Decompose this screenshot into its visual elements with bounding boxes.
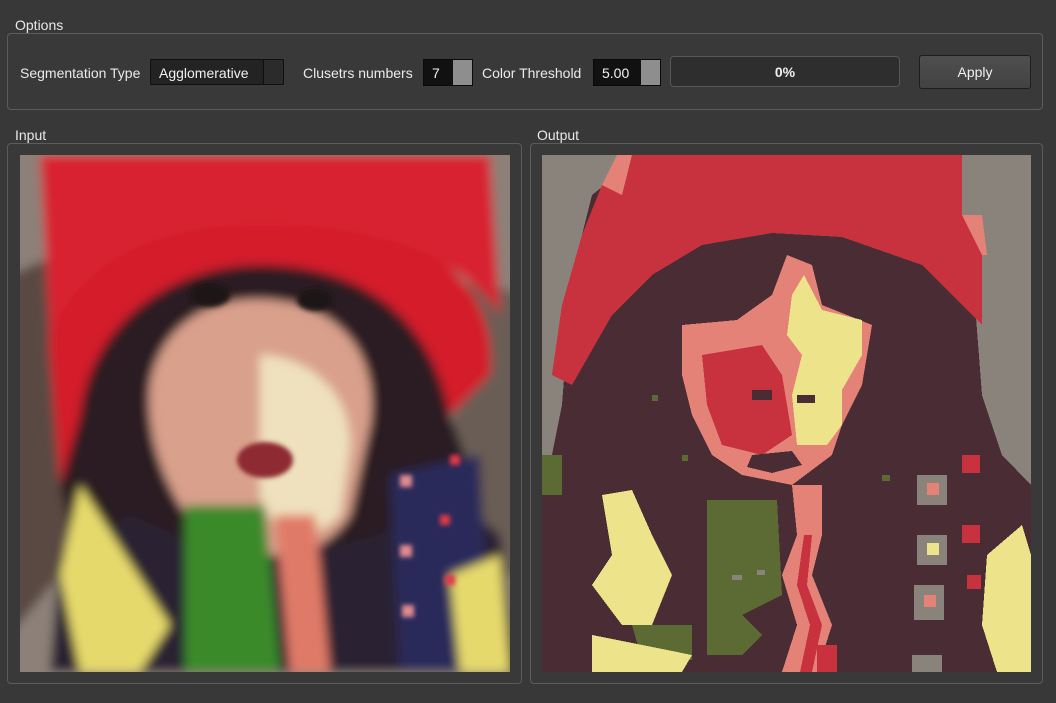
clusters-number-value[interactable]: 7 [432, 65, 440, 81]
color-threshold-spinbox[interactable]: 5.00 [593, 59, 661, 86]
clusters-number-label: Clusetrs numbers [303, 65, 413, 81]
apply-button[interactable]: Apply [919, 55, 1031, 89]
segmentation-type-combobox[interactable]: Agglomerative [150, 59, 284, 85]
input-group-title: Input [15, 127, 47, 143]
clusters-number-spinbox[interactable]: 7 [423, 59, 473, 86]
clusters-spin-buttons[interactable] [453, 60, 472, 85]
dropdown-arrow-icon[interactable] [263, 60, 283, 84]
threshold-spin-buttons[interactable] [641, 60, 660, 85]
segmentation-type-label: Segmentation Type [20, 65, 141, 81]
progress-bar: 0% [670, 56, 900, 87]
color-threshold-label: Color Threshold [482, 65, 582, 81]
segmentation-type-value: Agglomerative [159, 65, 249, 81]
options-group-title: Options [15, 17, 64, 33]
input-image [20, 155, 510, 672]
output-group-title: Output [537, 127, 580, 143]
progress-text: 0% [774, 64, 796, 80]
output-image-svg [542, 155, 1031, 672]
color-threshold-value[interactable]: 5.00 [602, 65, 629, 81]
output-image [542, 155, 1031, 672]
input-image-svg [20, 155, 510, 672]
